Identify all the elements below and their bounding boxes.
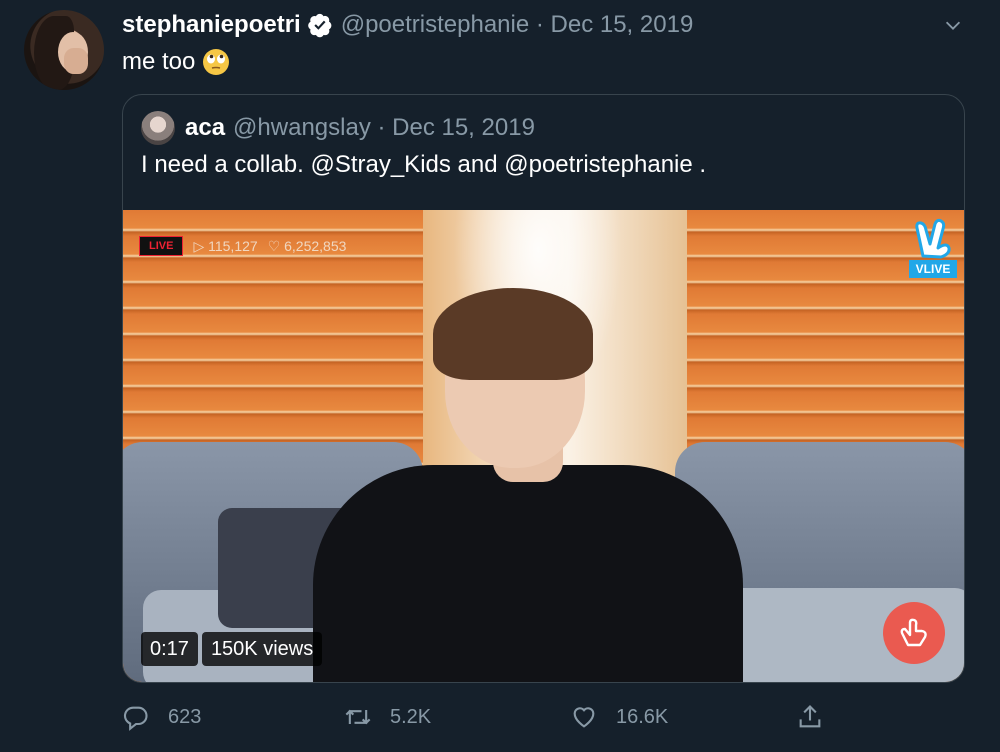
vlive-logo: VLIVE bbox=[909, 218, 957, 280]
author-avatar[interactable] bbox=[24, 10, 104, 90]
tweet-text-content: me too bbox=[122, 48, 196, 75]
video-views: 150K views bbox=[201, 632, 323, 666]
video-meta: 0:17 150K views bbox=[141, 632, 323, 666]
video-time: 0:17 bbox=[141, 632, 198, 666]
reply-icon bbox=[123, 706, 148, 731]
retweet-icon bbox=[345, 709, 371, 725]
quoted-author-avatar[interactable] bbox=[141, 111, 175, 145]
reply-count: 623 bbox=[168, 705, 202, 728]
video-player[interactable]: LIVE ▷ 115,127 ♡ 6,252,853 VLIVE 0:17 15… bbox=[123, 210, 964, 682]
author-handle-date[interactable]: @poetristephanie · Dec 15, 2019 bbox=[341, 11, 694, 39]
share-button[interactable] bbox=[796, 700, 824, 734]
author-name[interactable]: stephaniepoetri bbox=[122, 11, 301, 39]
tweet-text: me too bbox=[122, 47, 231, 77]
quoted-tweet-text: I need a collab. @Stray_Kids and @poetri… bbox=[141, 151, 707, 178]
quoted-tweet-header: aca @hwangslay · Dec 15, 2019 bbox=[141, 111, 535, 145]
like-button[interactable]: 16.6K bbox=[570, 700, 668, 734]
vlive-label: VLIVE bbox=[909, 260, 957, 278]
finger-heart-icon bbox=[900, 618, 927, 647]
retweet-button[interactable]: 5.2K bbox=[344, 700, 431, 734]
rolling-eyes-emoji-icon bbox=[203, 49, 230, 75]
quoted-tweet[interactable]: aca @hwangslay · Dec 15, 2019 I need a c… bbox=[122, 94, 965, 683]
quoted-author-name[interactable]: aca bbox=[185, 114, 225, 142]
chevron-down-icon[interactable] bbox=[942, 14, 964, 36]
share-icon bbox=[799, 705, 821, 728]
live-badge: LIVE bbox=[139, 236, 184, 256]
live-view-count: ▷ 115,127 bbox=[193, 237, 258, 254]
quoted-author-handle-date[interactable]: @hwangslay · Dec 15, 2019 bbox=[233, 114, 535, 142]
like-count: 16.6K bbox=[616, 705, 669, 728]
live-heart-count: ♡ 6,252,853 bbox=[267, 237, 347, 254]
live-stats: LIVE ▷ 115,127 ♡ 6,252,853 bbox=[139, 236, 346, 256]
heart-icon bbox=[573, 707, 595, 728]
finger-heart-button[interactable] bbox=[883, 602, 945, 664]
tweet-header: stephaniepoetri @poetristephanie · Dec 1… bbox=[122, 9, 693, 41]
reply-button[interactable]: 623 bbox=[122, 700, 201, 734]
verified-badge-icon bbox=[307, 13, 332, 38]
retweet-count: 5.2K bbox=[390, 705, 432, 728]
tweet-actions: 623 5.2K 16.6K bbox=[122, 700, 842, 734]
tweet[interactable]: stephaniepoetri @poetristephanie · Dec 1… bbox=[0, 0, 1000, 752]
v-hand-icon bbox=[915, 218, 951, 259]
